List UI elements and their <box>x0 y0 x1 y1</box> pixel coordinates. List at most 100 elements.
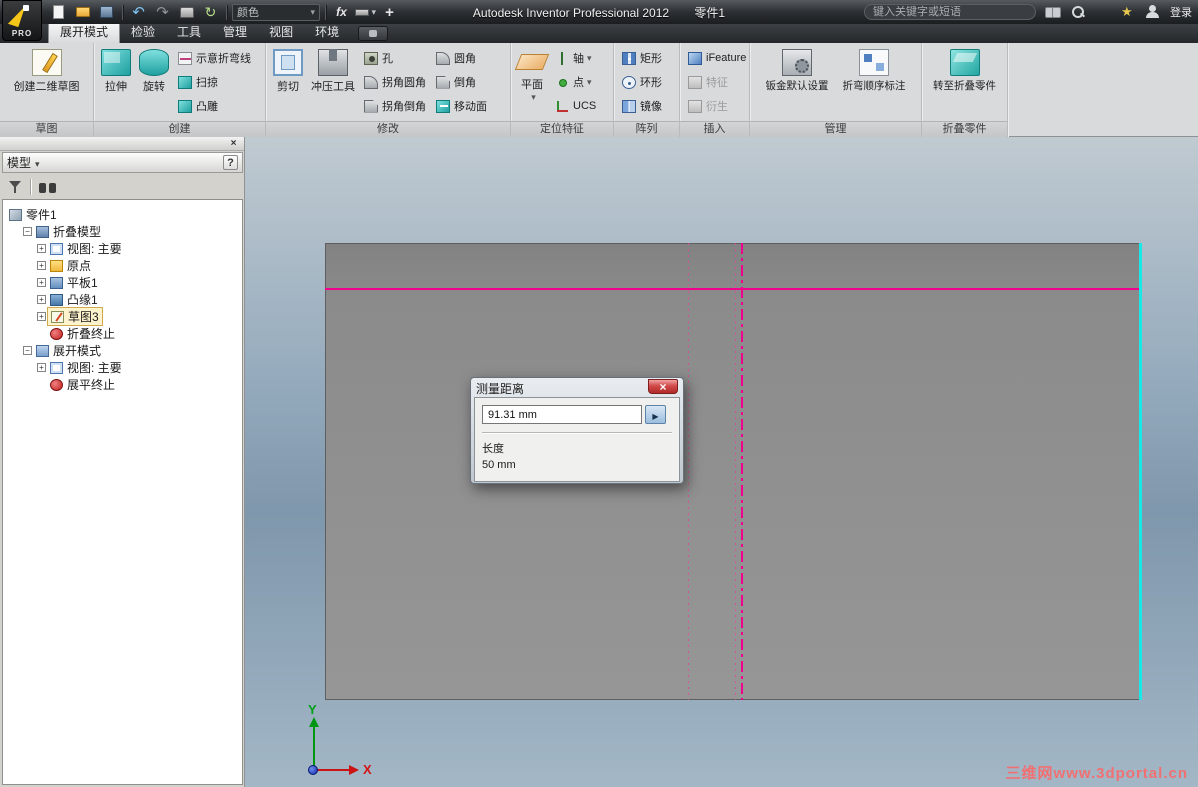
go-to-folded-part-button[interactable]: 转至折叠零件 <box>930 46 999 95</box>
expand-icon[interactable] <box>37 295 46 304</box>
expand-icon[interactable] <box>37 278 46 287</box>
tree-item-part1[interactable]: 零件1 <box>3 206 242 223</box>
cut-button[interactable]: 剪切 <box>270 46 306 96</box>
bend-line-button[interactable]: 示意折弯线 <box>174 46 255 70</box>
extrude-button[interactable]: 拉伸 <box>98 46 134 96</box>
window-title: Autodesk Inventor Professional 2012 零件1 <box>300 4 898 21</box>
model-browser: 模型 ? 零件1 折叠模型 视图: 主要 原点 平板 <box>0 137 245 787</box>
expand-icon[interactable] <box>37 261 46 270</box>
tree-item-flat-pattern-mode[interactable]: 展开模式 <box>3 342 242 359</box>
corner-chamfer-button[interactable]: 拐角倒角 <box>360 94 430 118</box>
browser-title: 模型 <box>7 156 32 170</box>
fillet-button[interactable]: 圆角 <box>432 46 491 70</box>
open-folder-icon <box>75 7 90 17</box>
rectangular-pattern-button[interactable]: 矩形 <box>618 46 666 70</box>
dialog-titlebar[interactable]: 测量距离 <box>474 379 680 397</box>
expand-icon[interactable] <box>37 363 46 372</box>
hole-button[interactable]: 孔 <box>360 46 430 70</box>
application-menu-button[interactable]: PRO <box>2 0 42 41</box>
browser-header[interactable]: 模型 ? <box>2 152 243 173</box>
tab-tools[interactable]: 工具 <box>166 21 212 43</box>
plane-button[interactable]: 平面 <box>514 46 550 105</box>
sign-in-link[interactable]: 登录 <box>1170 4 1192 20</box>
print-button[interactable] <box>176 3 197 22</box>
update-button[interactable] <box>200 3 221 22</box>
derive-button[interactable]: 衍生 <box>684 94 750 118</box>
flyout-arrow-button[interactable] <box>645 405 666 424</box>
derive-icon <box>688 99 702 113</box>
help-search-input[interactable] <box>864 4 1036 20</box>
communication-center-icon[interactable] <box>1095 5 1111 19</box>
search-icon[interactable] <box>1070 5 1086 19</box>
measure-distance-dialog[interactable]: 测量距离 长度 50 mm <box>470 377 684 484</box>
browser-docking-strip[interactable] <box>0 137 244 151</box>
graphics-viewport[interactable]: Y X 三维网www.3dportal.cn <box>245 137 1198 787</box>
tree-item-end-of-flat[interactable]: 展平终止 <box>3 376 242 393</box>
close-icon[interactable] <box>648 379 678 394</box>
tree-item-origin[interactable]: 原点 <box>3 257 242 274</box>
tab-inspect[interactable]: 检验 <box>120 21 166 43</box>
tab-environments[interactable]: 环境 <box>304 21 350 43</box>
move-face-button[interactable]: 移动面 <box>432 94 491 118</box>
sheet-metal-defaults-button[interactable]: 钣金默认设置 <box>763 46 832 95</box>
bend-order-button[interactable]: 折弯顺序标注 <box>840 46 909 95</box>
watermark: 三维网www.3dportal.cn <box>1005 765 1188 782</box>
tab-view[interactable]: 视图 <box>258 21 304 43</box>
find-icon[interactable] <box>39 181 56 194</box>
ifeature-button[interactable]: iFeature <box>684 46 750 70</box>
measure-value-input[interactable] <box>482 405 642 424</box>
view-icon <box>50 242 63 255</box>
panel-label-pattern: 阵列 <box>614 121 679 137</box>
tree-item-view-main-1[interactable]: 视图: 主要 <box>3 240 242 257</box>
feature-button[interactable]: 特征 <box>684 70 750 94</box>
axis-icon <box>555 51 569 65</box>
punch-tool-button[interactable]: 冲压工具 <box>308 46 358 96</box>
tab-manage[interactable]: 管理 <box>212 21 258 43</box>
document-name: 零件1 <box>694 6 726 20</box>
corner-round-button[interactable]: 拐角圆角 <box>360 70 430 94</box>
axis-button[interactable]: 轴 <box>551 46 600 70</box>
tree-item-end-of-folded[interactable]: 折叠终止 <box>3 325 242 342</box>
undo-button[interactable] <box>128 3 149 22</box>
sheet-metal-defaults-icon <box>782 49 812 76</box>
revolve-button[interactable]: 旋转 <box>136 46 172 96</box>
chamfer-button[interactable]: 倒角 <box>432 70 491 94</box>
binoculars-icon[interactable] <box>1045 5 1061 19</box>
open-button[interactable] <box>72 3 93 22</box>
redo-button[interactable] <box>152 3 173 22</box>
cut-icon <box>273 49 303 76</box>
create-2d-sketch-button[interactable]: 创建二维草图 <box>11 46 83 96</box>
bend-extent-line <box>688 243 689 700</box>
new-document-button[interactable] <box>48 3 69 22</box>
corner-chamfer-icon <box>364 99 378 113</box>
tree-item-flange1[interactable]: 凸缘1 <box>3 291 242 308</box>
emboss-button[interactable]: 凸雕 <box>174 94 255 118</box>
collapse-icon[interactable] <box>23 227 32 236</box>
filter-icon[interactable] <box>8 180 22 194</box>
ifeature-icon <box>688 51 702 65</box>
save-button[interactable] <box>96 3 117 22</box>
expand-icon[interactable] <box>37 312 46 321</box>
close-icon[interactable] <box>227 137 240 150</box>
user-icon[interactable] <box>1145 5 1161 19</box>
tree-item-view-main-2[interactable]: 视图: 主要 <box>3 359 242 376</box>
expand-icon[interactable] <box>37 244 46 253</box>
point-button[interactable]: 点 <box>551 70 600 94</box>
ucs-button[interactable]: UCS <box>551 94 600 118</box>
view-icon <box>50 361 63 374</box>
selected-highlight: 草图3 <box>47 307 103 326</box>
circular-pattern-button[interactable]: 环形 <box>618 70 666 94</box>
favorites-icon[interactable] <box>1120 4 1136 20</box>
collapse-icon[interactable] <box>23 346 32 355</box>
tree-item-folded-model[interactable]: 折叠模型 <box>3 223 242 240</box>
tree-item-flat1[interactable]: 平板1 <box>3 274 242 291</box>
mirror-button[interactable]: 镜像 <box>618 94 666 118</box>
bend-extent-line <box>735 243 736 700</box>
chevron-down-icon[interactable] <box>31 156 40 170</box>
sweep-button[interactable]: 扫掠 <box>174 70 255 94</box>
help-button[interactable]: ? <box>223 155 238 170</box>
point-icon <box>555 76 569 89</box>
camera-icon-tab[interactable] <box>358 26 389 41</box>
ribbon-empty-space <box>1008 43 1198 136</box>
tree-item-sketch3[interactable]: 草图3 <box>3 307 242 326</box>
